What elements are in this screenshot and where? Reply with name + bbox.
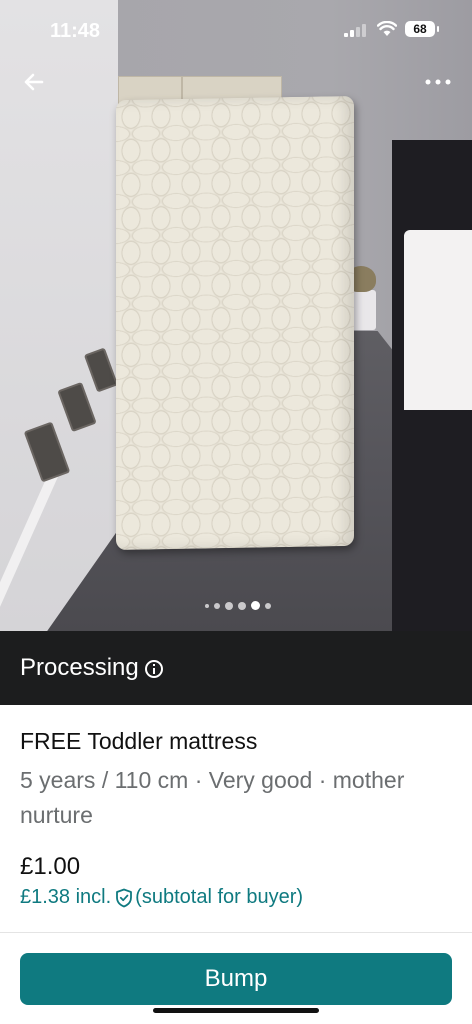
processing-banner: Processing [0, 631, 472, 705]
photo-bed-sheet [404, 230, 472, 410]
pagination-dot[interactable] [238, 602, 246, 610]
photo-mattress [116, 95, 354, 551]
home-indicator[interactable] [153, 1008, 319, 1013]
cellular-signal-icon [344, 23, 368, 37]
listing-subtitle: 5 years / 110 cm · Very good · mother nu… [20, 767, 405, 828]
pagination-dot-active[interactable] [251, 601, 260, 610]
listing-photo[interactable] [0, 0, 472, 631]
pagination-dot[interactable] [265, 603, 271, 609]
info-icon[interactable] [144, 660, 163, 678]
processing-label: Processing [20, 654, 139, 681]
listing-title: FREE Toddler mattress [20, 728, 258, 754]
shield-icon [116, 888, 133, 907]
pagination-dot[interactable] [214, 603, 220, 609]
wifi-icon [377, 21, 397, 36]
listing-price: £1.00 [20, 853, 81, 880]
battery-icon: 68 [405, 21, 439, 37]
pagination-dot[interactable] [205, 604, 209, 608]
status-time: 11:48 [50, 20, 101, 42]
more-options-icon[interactable] [420, 70, 456, 94]
divider [0, 932, 472, 933]
pagination-dot[interactable] [225, 602, 233, 610]
buyer-price-row[interactable]: £1.38 incl. (subtotal for buyer) [20, 886, 303, 909]
photo-pagination [0, 600, 472, 612]
buyer-price-note: (subtotal for buyer) [135, 886, 304, 908]
bump-button[interactable]: Bump [20, 953, 452, 1005]
buyer-price: £1.38 incl. [20, 886, 112, 908]
back-arrow-icon[interactable] [18, 66, 50, 98]
